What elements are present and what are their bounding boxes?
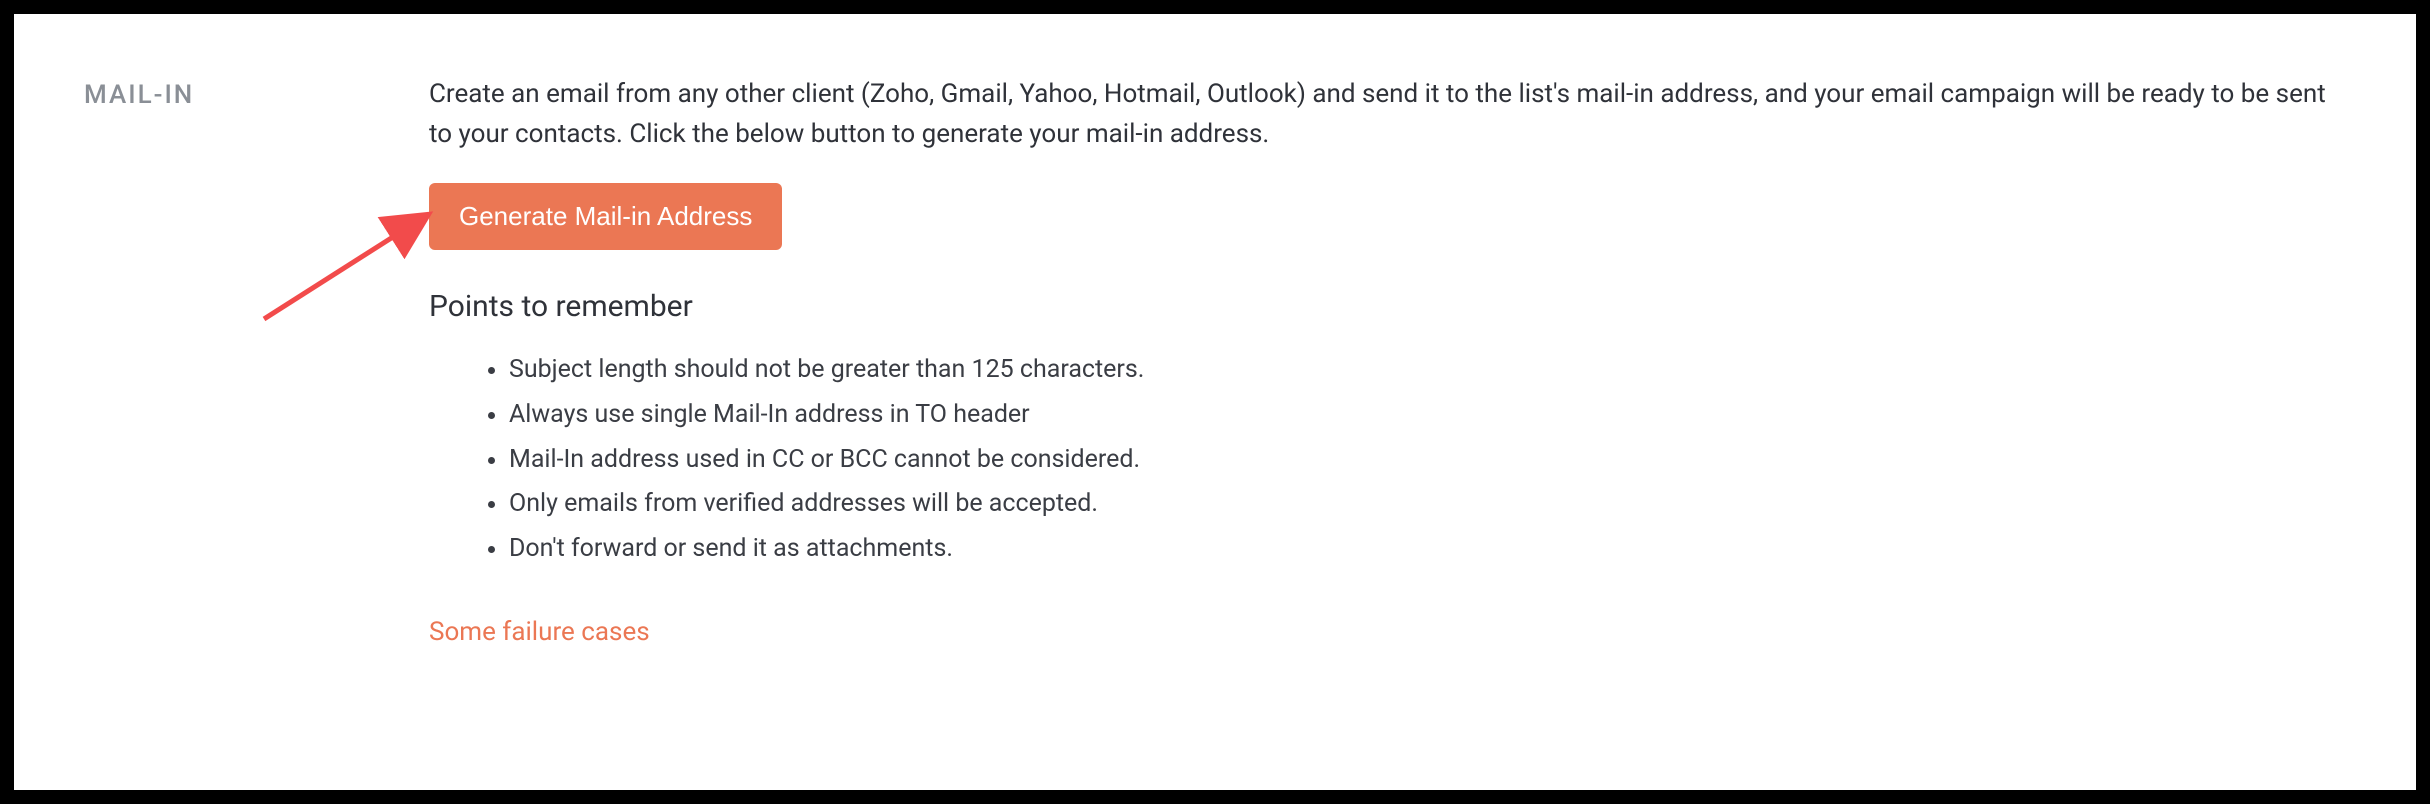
list-item: Only emails from verified addresses will… [509, 482, 2346, 527]
description-text: Create an email from any other client (Z… [429, 74, 2346, 155]
mail-in-panel: MAIL-IN Create an email from any other c… [14, 14, 2416, 790]
list-item: Subject length should not be greater tha… [509, 348, 2346, 393]
points-heading: Points to remember [429, 284, 2346, 331]
points-list: Subject length should not be greater tha… [429, 348, 2346, 572]
list-item: Don't forward or send it as attachments. [509, 527, 2346, 572]
list-item: Mail-In address used in CC or BCC cannot… [509, 438, 2346, 483]
mail-in-row: MAIL-IN Create an email from any other c… [84, 74, 2346, 652]
section-label: MAIL-IN [84, 74, 429, 110]
list-item: Always use single Mail-In address in TO … [509, 393, 2346, 438]
generate-mailin-address-button[interactable]: Generate Mail-in Address [429, 183, 782, 250]
mail-in-content: Create an email from any other client (Z… [429, 74, 2346, 652]
failure-cases-link[interactable]: Some failure cases [429, 617, 650, 647]
